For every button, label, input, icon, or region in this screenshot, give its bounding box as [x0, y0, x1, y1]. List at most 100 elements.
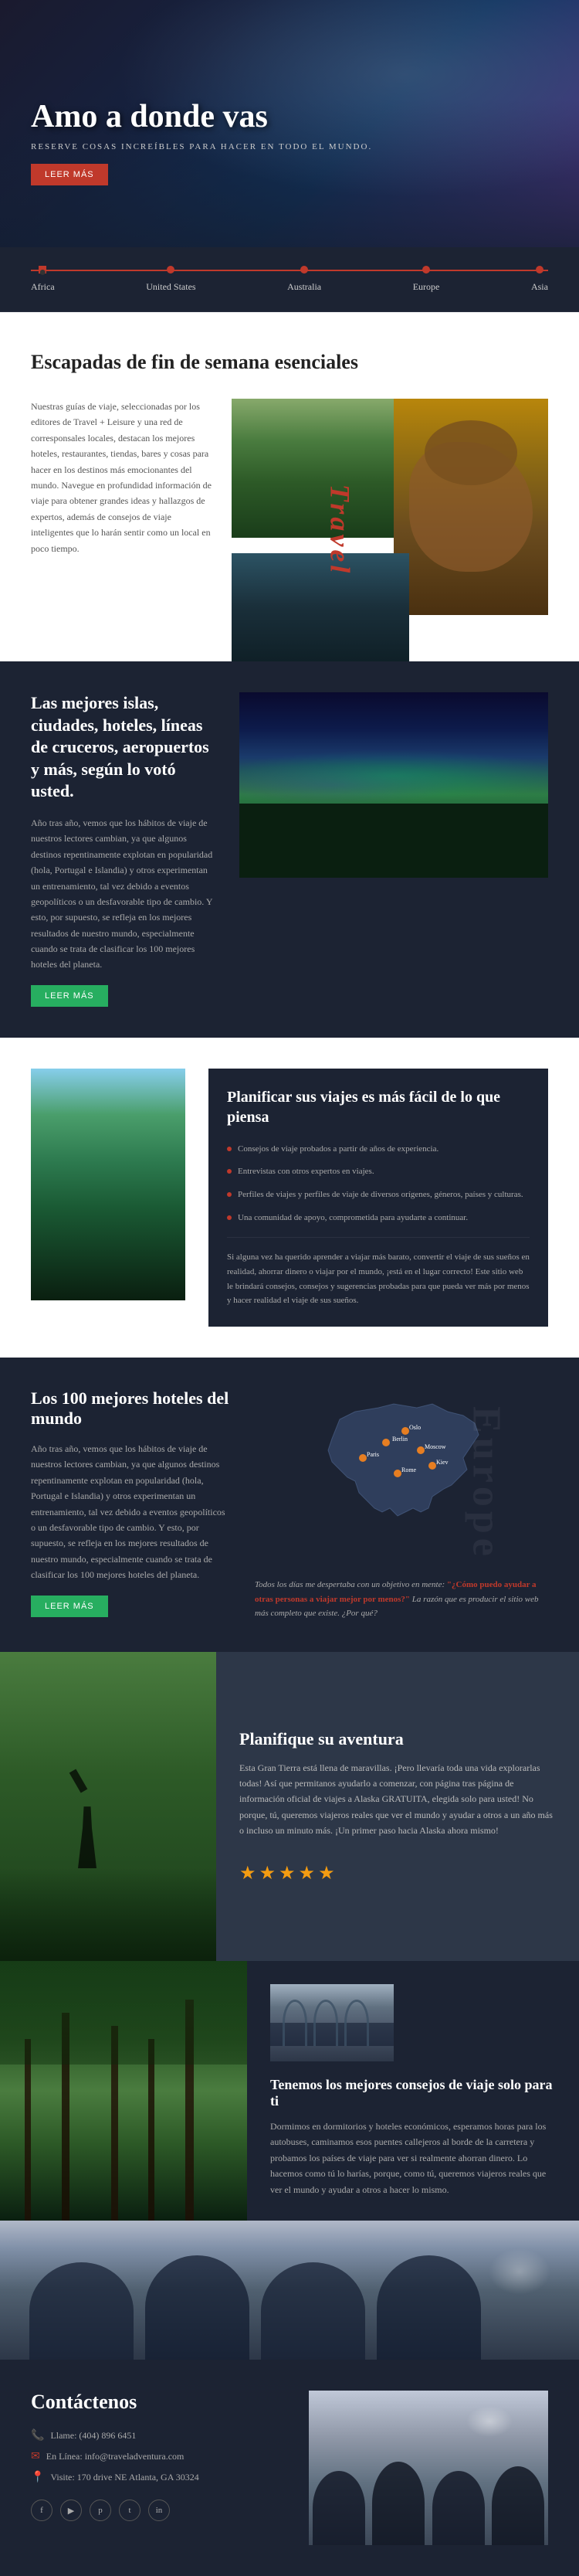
bullet-dot-3 [227, 1192, 232, 1197]
adventure-stars: ★★★★★ [239, 1862, 556, 1884]
hotels-heading: Los 100 mejores hoteles del mundo [31, 1388, 232, 1429]
northern-lights-image [239, 692, 548, 878]
bullet-text-2: Entrevistas con otros expertos en viajes… [238, 1165, 374, 1179]
location-icon: 📍 [31, 2471, 44, 2484]
nav-tab-australia[interactable]: Australia [287, 266, 321, 293]
contact-email-row: ✉ En Línea: info@traveladventura.com [31, 2450, 278, 2463]
plan-left-image [31, 1069, 185, 1327]
nav-dot-us [167, 266, 174, 274]
bullet-text-1: Consejos de viaje probados a partir de a… [238, 1143, 438, 1157]
contact-left-block: Contáctenos 📞 Llame: (404) 896 6451 ✉ En… [31, 2391, 278, 2521]
plan-bullet-1: Consejos de viaje probados a partir de a… [227, 1143, 530, 1157]
svg-text:Paris: Paris [367, 1451, 379, 1458]
plan-bullet-2: Entrevistas con otros expertos en viajes… [227, 1165, 530, 1179]
escapadas-highland-cow-image [394, 399, 548, 615]
phone-icon: 📞 [31, 2429, 44, 2442]
contact-section: Contáctenos 📞 Llame: (404) 896 6451 ✉ En… [0, 2360, 579, 2576]
forest-silhouette [239, 804, 548, 878]
nav-dot-africa: ● [39, 266, 46, 274]
adventure-lower-paragraph: Dormimos en dormitorios y hoteles económ… [270, 2119, 556, 2197]
map-pin-1 [382, 1439, 390, 1446]
nav-tab-africa[interactable]: ● Africa [31, 266, 55, 293]
map-pin-4 [359, 1454, 367, 1462]
plan-bullet-4: Una comunidad de apoyo, comprometida par… [227, 1212, 530, 1225]
hotels-cta-button[interactable]: Leer más [31, 1596, 108, 1617]
social-icons-row: f ▶ p t in [31, 2500, 278, 2521]
viaduct-arch-image [0, 2221, 579, 2360]
escapadas-section: Escapadas de fin de semana esenciales Nu… [0, 312, 579, 661]
adventure-section: Planifique su aventura Esta Gran Tierra … [0, 1652, 579, 1961]
contact-right-block [309, 2391, 548, 2545]
plan-body-text: Si alguna vez ha querido aprender a viaj… [227, 1250, 530, 1308]
hero-subtitle: RESERVE COSAS INCREÍBLES PARA HACER EN T… [31, 142, 372, 151]
escapadas-bottom-image [232, 553, 409, 661]
hotels-quote: Todos los días me despertaba con un obje… [255, 1578, 548, 1621]
adventure-text-block: Planifique su aventura Esta Gran Tierra … [216, 1652, 579, 1961]
email-icon: ✉ [31, 2450, 40, 2463]
islands-cta-button[interactable]: Leer más [31, 985, 108, 1007]
hero-cta-button[interactable]: Leer más [31, 164, 108, 185]
adventure-heading: Planifique su aventura [239, 1729, 556, 1749]
bridge-image [270, 1984, 394, 2061]
hotels-paragraph: Año tras año, vemos que los hábitos de v… [31, 1441, 232, 1583]
contact-image [309, 2391, 548, 2545]
nav-tab-asia[interactable]: Asia [531, 266, 548, 293]
bullet-dot-1 [227, 1147, 232, 1151]
adventure-lower-heading: Tenemos los mejores consejos de viaje so… [270, 2077, 556, 2109]
travel-vertical-label: Travel [324, 484, 357, 576]
hotels-quote-text: Todos los días me despertaba con un obje… [255, 1580, 447, 1589]
hero-section: Amo a donde vas RESERVE COSAS INCREÍBLES… [0, 0, 579, 247]
hiker-image [0, 1652, 216, 1961]
bullet-dot-4 [227, 1215, 232, 1220]
svg-text:Moscow: Moscow [425, 1443, 446, 1450]
hero-content: Amo a donde vas RESERVE COSAS INCREÍBLES… [31, 99, 372, 185]
nav-label-africa: Africa [31, 281, 55, 293]
contact-heading: Contáctenos [31, 2391, 278, 2414]
islands-section: Las mejores islas, ciudades, hoteles, lí… [0, 661, 579, 1038]
nav-dot-asia [536, 266, 543, 274]
twitter-icon[interactable]: t [119, 2500, 141, 2521]
nav-dot-europe [422, 266, 430, 274]
linkedin-icon[interactable]: in [148, 2500, 170, 2521]
bullet-text-3: Perfiles de viajes y perfiles de viaje d… [238, 1188, 523, 1202]
contact-phone-row: 📞 Llame: (404) 896 6451 [31, 2429, 278, 2442]
youtube-icon[interactable]: ▶ [60, 2500, 82, 2521]
adventure-lower-section: Tenemos los mejores consejos de viaje so… [0, 1961, 579, 2221]
bullet-dot-2 [227, 1169, 232, 1174]
hero-title: Amo a donde vas [31, 99, 372, 134]
map-pin-6 [394, 1470, 401, 1477]
nav-label-asia: Asia [531, 281, 548, 293]
nav-label-us: United States [146, 281, 195, 293]
svg-text:Kiev: Kiev [436, 1459, 449, 1466]
adventure-lower-right: Tenemos los mejores consejos de viaje so… [247, 1961, 579, 2221]
svg-text:Oslo: Oslo [409, 1424, 421, 1431]
islands-text-block: Las mejores islas, ciudades, hoteles, lí… [31, 692, 216, 1007]
nav-label-australia: Australia [287, 281, 321, 293]
plan-bullet-3: Perfiles de viajes y perfiles de viaje d… [227, 1188, 530, 1202]
escapadas-text-block: Nuestras guías de viaje, seleccionadas p… [31, 399, 216, 569]
escapadas-images: Travel [232, 399, 548, 661]
escapadas-paragraph: Nuestras guías de viaje, seleccionadas p… [31, 399, 216, 556]
svg-text:Rome: Rome [401, 1466, 417, 1473]
adventure-paragraph: Esta Gran Tierra está llena de maravilla… [239, 1760, 556, 1839]
escapadas-heading: Escapadas de fin de semana esenciales [31, 351, 548, 374]
contact-email: En Línea: info@traveladventura.com [46, 2451, 185, 2462]
contact-phone: Llame: (404) 896 6451 [50, 2430, 136, 2442]
hotels-text-block: Los 100 mejores hoteles del mundo Año tr… [31, 1388, 232, 1621]
europe-watermark-label: Europe [464, 1406, 510, 1561]
plan-section: Planificar sus viajes es más fácil de lo… [0, 1038, 579, 1358]
islands-heading: Las mejores islas, ciudades, hoteles, lí… [31, 692, 216, 803]
facebook-icon[interactable]: f [31, 2500, 52, 2521]
europe-map-container: Berlin Oslo Moscow Paris Kiev Rome Europ… [255, 1388, 548, 1578]
hotels-map-block: Berlin Oslo Moscow Paris Kiev Rome Europ… [255, 1388, 548, 1621]
nav-tab-europe[interactable]: Europe [413, 266, 440, 293]
svg-text:Berlin: Berlin [392, 1436, 408, 1443]
map-pin-3 [417, 1446, 425, 1454]
pinterest-icon[interactable]: p [90, 2500, 111, 2521]
bullet-text-4: Una comunidad de apoyo, comprometida par… [238, 1212, 468, 1225]
nav-tab-us[interactable]: United States [146, 266, 195, 293]
contact-address: Visite: 170 drive NE Atlanta, GA 30324 [50, 2472, 198, 2483]
hotels-section: Los 100 mejores hoteles del mundo Año tr… [0, 1358, 579, 1652]
tall-forest-image [0, 1961, 247, 2221]
map-pin-5 [428, 1462, 436, 1470]
